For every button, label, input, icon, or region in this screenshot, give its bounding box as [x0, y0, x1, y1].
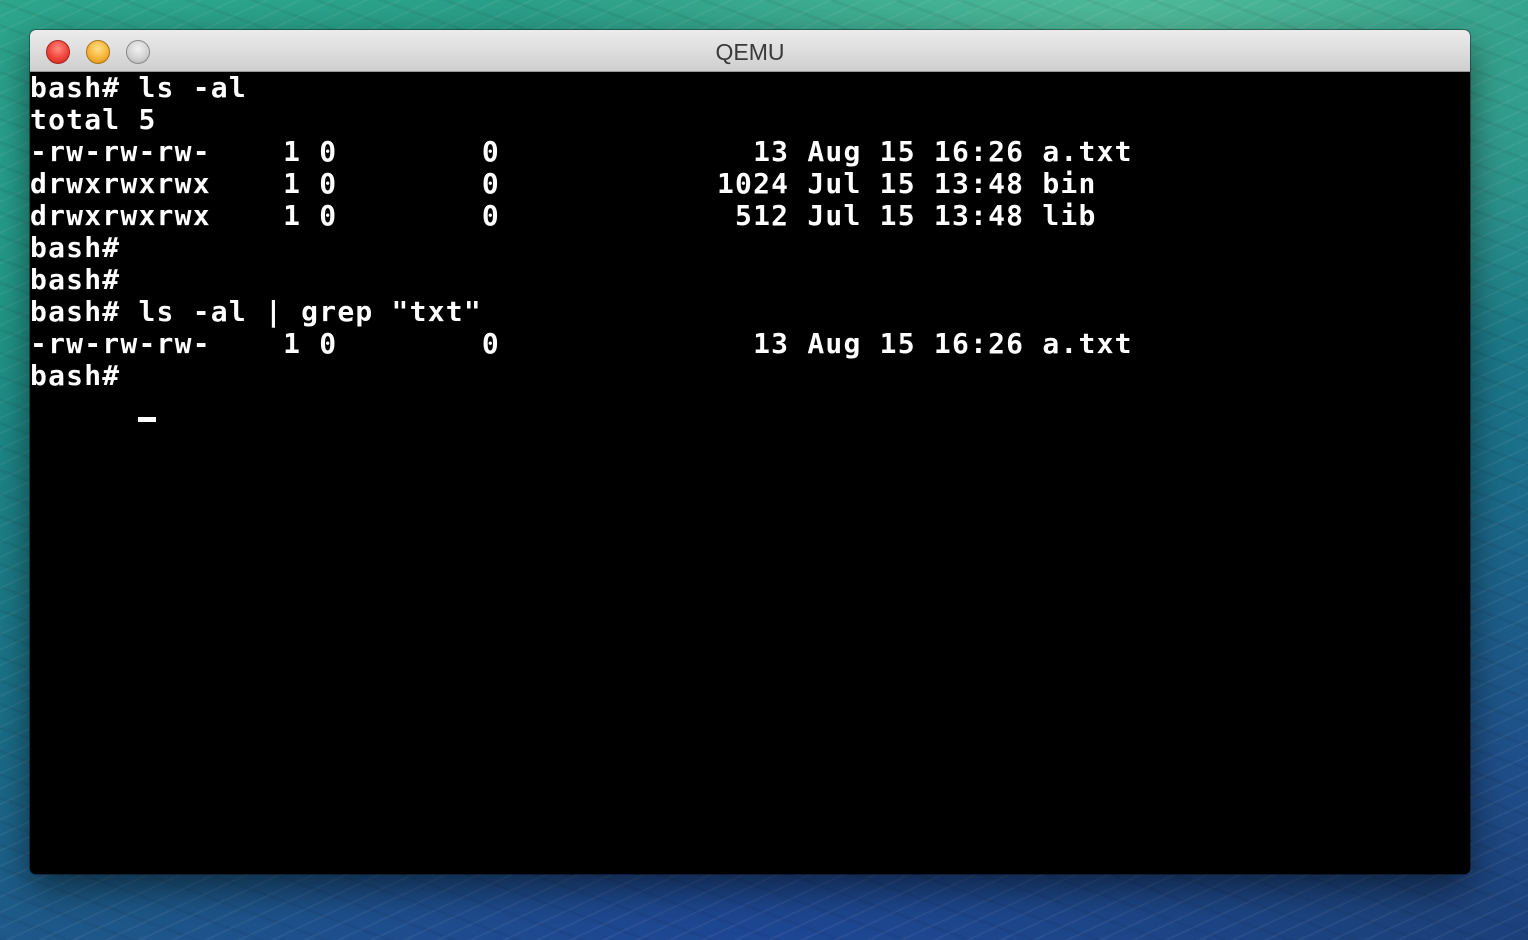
qemu-window[interactable]: QEMU bash# ls -al total 5 -rw-rw-rw- 1 0…	[30, 30, 1470, 874]
terminal-line: bash#	[30, 263, 121, 296]
terminal-prompt-line: bash#	[30, 359, 121, 392]
terminal-line: drwxrwxrwx 1 0 0 1024 Jul 15 13:48 bin	[30, 167, 1097, 200]
text-cursor	[138, 417, 156, 422]
terminal-line: drwxrwxrwx 1 0 0 512 Jul 15 13:48 lib	[30, 199, 1097, 232]
terminal-screen[interactable]: bash# ls -al total 5 -rw-rw-rw- 1 0 0 13…	[30, 72, 1470, 874]
terminal-line: bash# ls -al	[30, 71, 247, 104]
window-title: QEMU	[715, 39, 785, 65]
window-titlebar[interactable]: QEMU	[30, 30, 1470, 72]
terminal-line: -rw-rw-rw- 1 0 0 13 Aug 15 16:26 a.txt	[30, 327, 1133, 360]
terminal-line: bash# ls -al | grep "txt"	[30, 295, 482, 328]
terminal-line: -rw-rw-rw- 1 0 0 13 Aug 15 16:26 a.txt	[30, 135, 1133, 168]
terminal-line: bash#	[30, 231, 121, 264]
terminal-line: total 5	[30, 103, 157, 136]
